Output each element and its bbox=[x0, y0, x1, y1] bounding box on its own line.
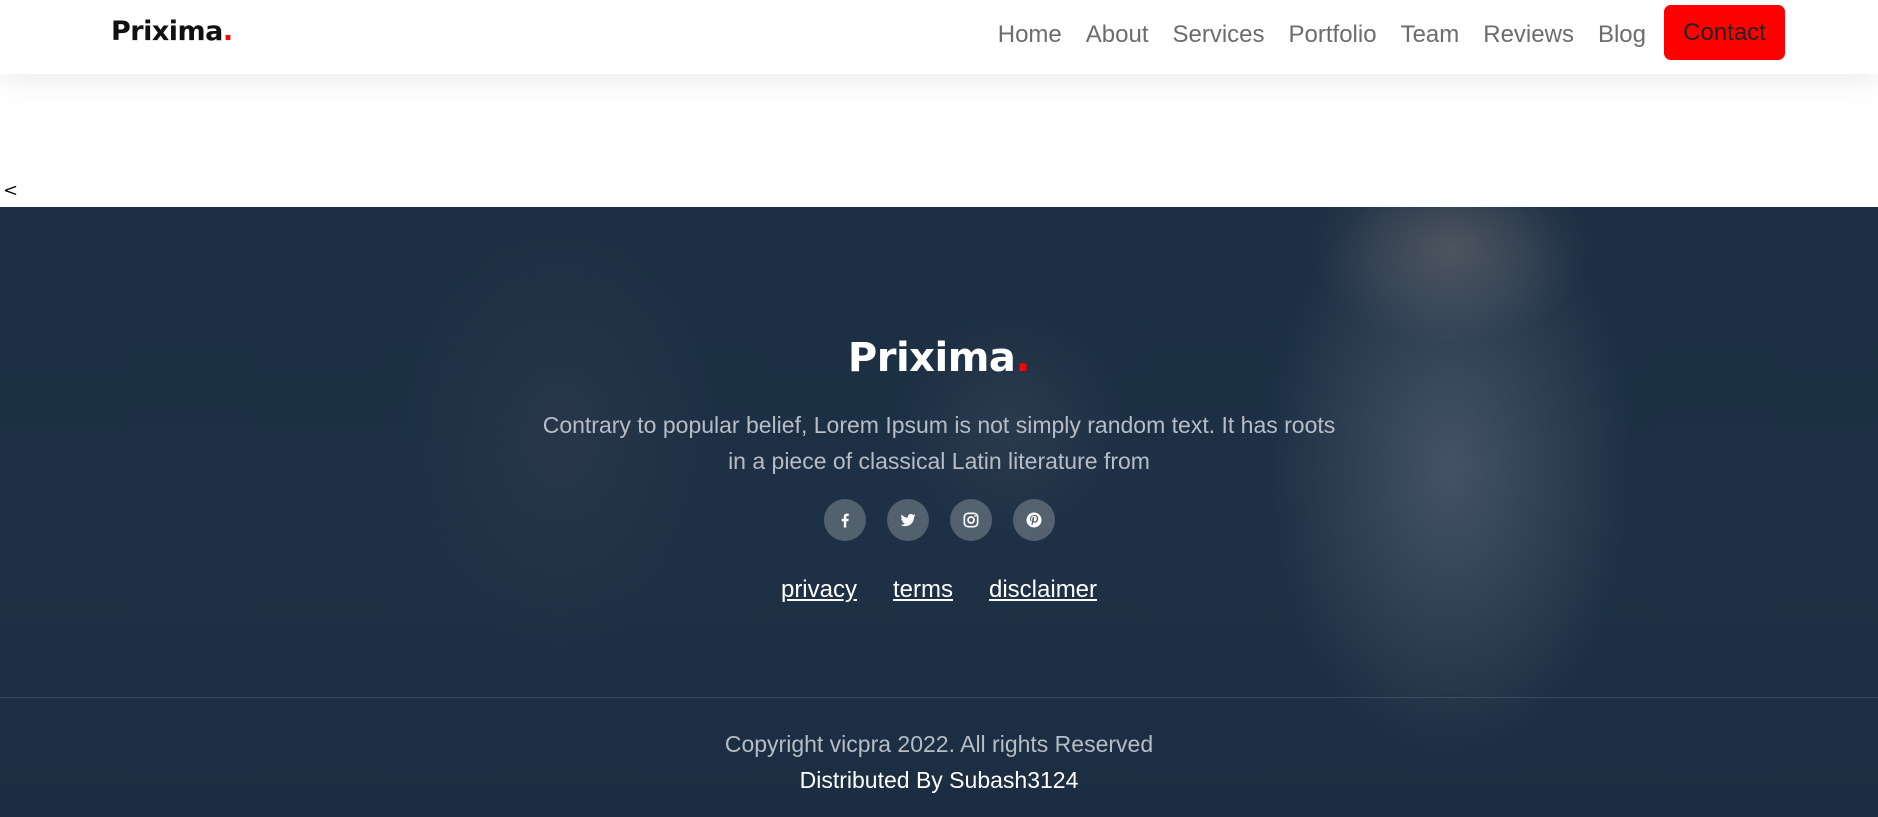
brand-logo[interactable]: Prixima. bbox=[111, 16, 233, 47]
twitter-link[interactable] bbox=[886, 499, 929, 541]
nav-link-portfolio[interactable]: Portfolio bbox=[1289, 21, 1377, 49]
facebook-link[interactable] bbox=[823, 499, 866, 541]
footer-description: Contrary to popular belief, Lorem Ipsum … bbox=[542, 412, 1336, 474]
privacy-link[interactable]: privacy bbox=[781, 576, 857, 604]
nav-link-about[interactable]: About bbox=[1086, 21, 1149, 49]
brand-name: Prixima bbox=[111, 16, 223, 47]
footer-brand-logo[interactable]: Prixima. bbox=[0, 335, 1878, 381]
navbar: Prixima. Home About Services Portfolio T… bbox=[0, 0, 1878, 74]
nav-link-reviews[interactable]: Reviews bbox=[1483, 21, 1574, 49]
footer-brand-dot: . bbox=[1015, 335, 1031, 381]
nav-link-blog[interactable]: Blog bbox=[1598, 21, 1646, 49]
footer-divider bbox=[0, 697, 1878, 698]
pinterest-icon bbox=[1026, 512, 1041, 528]
footer-brand-name: Prixima bbox=[847, 335, 1016, 381]
nav-link-services[interactable]: Services bbox=[1172, 21, 1264, 49]
nav-link-team[interactable]: Team bbox=[1401, 21, 1460, 49]
nav-link-home[interactable]: Home bbox=[998, 21, 1062, 49]
stray-text: < bbox=[3, 180, 19, 201]
social-links bbox=[0, 499, 1878, 541]
legal-links: privacy terms disclaimer bbox=[0, 576, 1878, 604]
instagram-icon bbox=[963, 512, 978, 528]
copyright-text: Copyright vicpra 2022. All rights Reserv… bbox=[724, 731, 1154, 757]
distributed-by-text: Distributed By Subash3124 bbox=[799, 767, 1079, 793]
contact-button[interactable]: Contact bbox=[1664, 5, 1785, 60]
instagram-link[interactable] bbox=[949, 499, 992, 541]
footer: Prixima. Contrary to popular belief, Lor… bbox=[0, 207, 1878, 817]
disclaimer-link[interactable]: disclaimer bbox=[989, 576, 1097, 604]
twitter-icon bbox=[900, 514, 915, 527]
facebook-icon bbox=[841, 513, 849, 528]
pinterest-link[interactable] bbox=[1012, 499, 1055, 541]
main-nav: Home About Services Portfolio Team Revie… bbox=[998, 0, 1646, 70]
terms-link[interactable]: terms bbox=[893, 576, 953, 604]
brand-dot: . bbox=[222, 16, 233, 47]
